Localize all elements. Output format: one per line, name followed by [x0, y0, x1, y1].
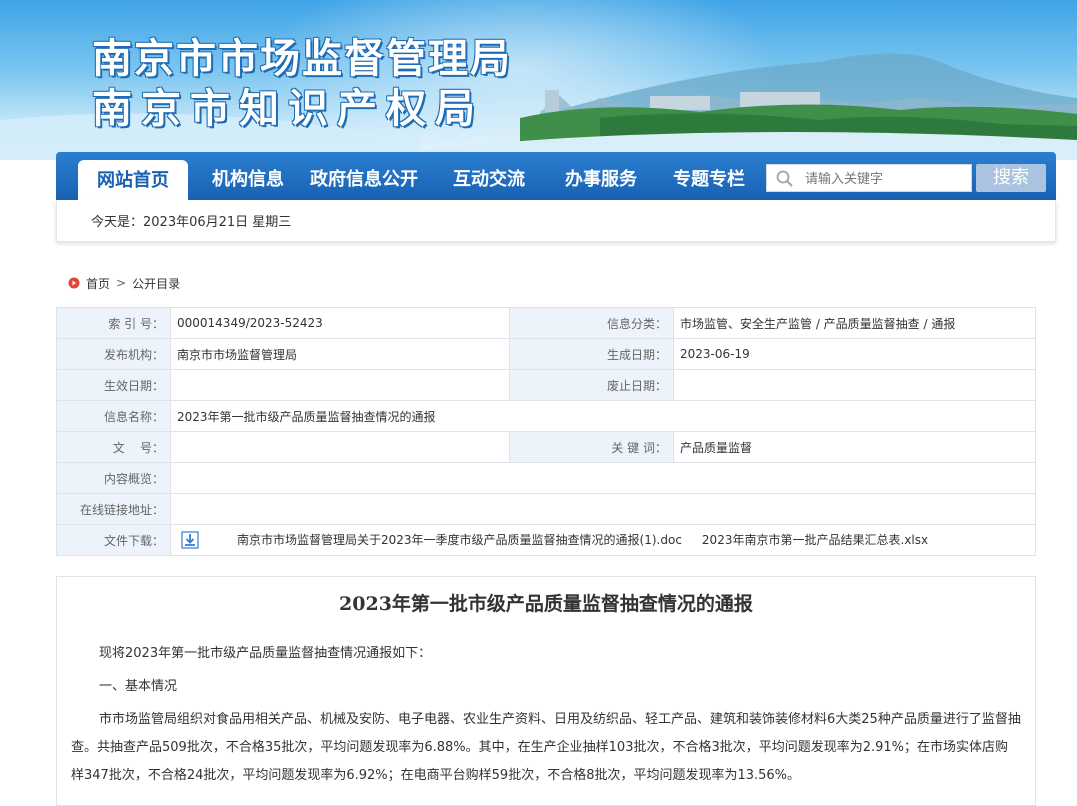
search-box [766, 164, 972, 192]
article-intro: 现将2023年第一批市级产品质量监督抽查情况通报如下： [99, 646, 432, 661]
keywords-label: 关 键 词： [509, 431, 674, 463]
effective-value [170, 369, 510, 401]
publisher-value: 南京市市场监督管理局 [170, 338, 510, 370]
table-row: 生效日期： 废止日期： [56, 369, 1036, 401]
index-label: 索 引 号： [56, 307, 171, 339]
table-row: 内容概览： [56, 462, 1036, 494]
created-label: 生成日期： [509, 338, 674, 370]
breadcrumb-home[interactable]: 首页 [86, 275, 110, 292]
article-paragraph: 市市场监管局组织对食品用相关产品、机械及安防、电子电器、农业生产资料、日用及纺织… [71, 712, 1021, 783]
date-bar: 今天是：2023年06月21日 星期三 [56, 200, 1056, 242]
main-navbar: 网站首页 机构信息 政府信息公开 互动交流 办事服务 专题专栏 搜索 [56, 152, 1056, 200]
link-label: 在线链接地址： [56, 493, 171, 525]
nav-organization[interactable]: 机构信息 [198, 152, 298, 200]
search-icon [776, 170, 793, 187]
index-value: 000014349/2023-52423 [170, 307, 510, 339]
table-row: 文 号： 关 键 词： 产品质量监督 [56, 431, 1036, 463]
table-row: 索 引 号： 000014349/2023-52423 信息分类： 市场监管、安… [56, 307, 1036, 339]
nav-home[interactable]: 网站首页 [78, 160, 188, 200]
abolish-label: 废止日期： [509, 369, 674, 401]
category-label: 信息分类： [509, 307, 674, 339]
nav-topics[interactable]: 专题专栏 [654, 152, 764, 200]
download-cell: 南京市市场监督管理局关于2023年一季度市级产品质量监督抽查情况的通报(1).d… [170, 524, 1036, 556]
breadcrumb-separator: > [116, 276, 127, 290]
link-value [170, 493, 1036, 525]
docno-value [170, 431, 510, 463]
docno-label: 文 号： [56, 431, 171, 463]
summary-value [170, 462, 1036, 494]
article-title: 2023年第一批市级产品质量监督抽查情况的通报 [339, 593, 753, 615]
article-section-heading: 一、基本情况 [99, 679, 178, 694]
table-row: 信息名称： 2023年第一批市级产品质量监督抽查情况的通报 [56, 400, 1036, 432]
nav-gov-info[interactable]: 政府信息公开 [304, 152, 424, 200]
search-button[interactable]: 搜索 [976, 164, 1046, 192]
download-file2-link[interactable]: 2023年南京市第一批产品结果汇总表.xlsx [702, 533, 928, 547]
site-title-line2: 南京市知识产权局 [92, 85, 484, 132]
name-value: 2023年第一批市级产品质量监督抽查情况的通报 [170, 400, 1036, 432]
effective-label: 生效日期： [56, 369, 171, 401]
home-icon [68, 277, 80, 289]
download-label: 文件下载： [56, 524, 171, 556]
publisher-label: 发布机构： [56, 338, 171, 370]
table-row: 在线链接地址： [56, 493, 1036, 525]
current-date: 今天是：2023年06月21日 星期三 [91, 215, 292, 230]
nav-services[interactable]: 办事服务 [546, 152, 656, 200]
keywords-value: 产品质量监督 [673, 431, 1036, 463]
article-body: 2023年第一批市级产品质量监督抽查情况的通报 现将2023年第一批市级产品质量… [56, 576, 1036, 806]
abolish-value [673, 369, 1036, 401]
breadcrumb-current[interactable]: 公开目录 [132, 275, 180, 292]
category-value: 市场监管、安全生产监管 / 产品质量监督抽查 / 通报 [673, 307, 1036, 339]
nav-interaction[interactable]: 互动交流 [434, 152, 544, 200]
header-banner: 南京市市场监督管理局 南京市知识产权局 [0, 0, 1077, 160]
search-input[interactable] [805, 169, 965, 189]
table-row: 发布机构： 南京市市场监督管理局 生成日期： 2023-06-19 [56, 338, 1036, 370]
name-label: 信息名称： [56, 400, 171, 432]
info-meta-table: 索 引 号： 000014349/2023-52423 信息分类： 市场监管、安… [56, 307, 1036, 556]
download-icon[interactable] [181, 531, 199, 549]
created-value: 2023-06-19 [673, 338, 1036, 370]
table-row: 文件下载： 南京市市场监督管理局关于2023年一季度市级产品质量监督抽查情况的通… [56, 524, 1036, 556]
summary-label: 内容概览： [56, 462, 171, 494]
download-file1-link[interactable]: 南京市市场监督管理局关于2023年一季度市级产品质量监督抽查情况的通报(1).d… [237, 533, 682, 547]
breadcrumb: 首页 > 公开目录 [68, 274, 180, 292]
